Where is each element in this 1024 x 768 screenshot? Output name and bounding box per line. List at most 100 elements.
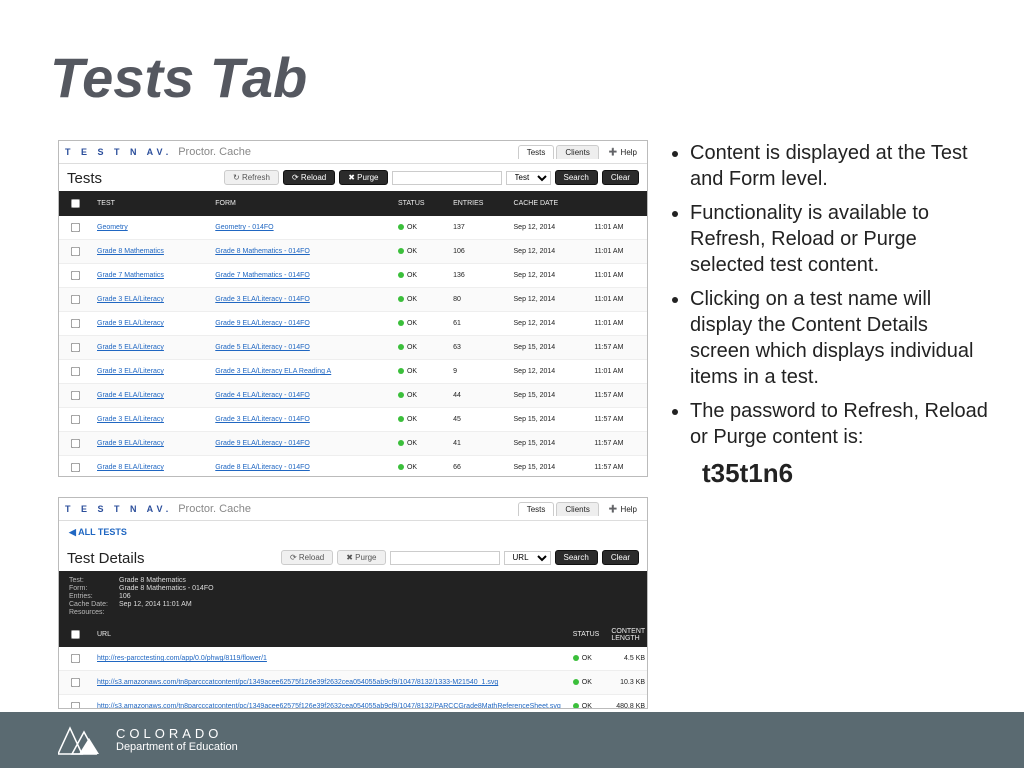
table-row: Grade 4 ELA/Literacy Grade 4 ELA/Literacy… xyxy=(59,384,647,408)
search-input[interactable] xyxy=(392,171,502,185)
status-dot-icon xyxy=(398,464,404,470)
col-status[interactable]: STATUS xyxy=(392,191,447,216)
search-button[interactable]: Search xyxy=(555,170,598,185)
product-name: Proctor. Cache xyxy=(178,146,251,158)
tab-tests[interactable]: Tests xyxy=(518,502,555,516)
row-checkbox[interactable] xyxy=(71,295,80,304)
col-test[interactable]: TEST xyxy=(91,191,209,216)
tab-tests[interactable]: Tests xyxy=(518,145,555,159)
clear-button[interactable]: Clear xyxy=(602,550,639,565)
row-checkbox[interactable] xyxy=(71,415,80,424)
row-checkbox[interactable] xyxy=(71,391,80,400)
details-scope-select[interactable]: URL xyxy=(504,551,551,565)
col-url[interactable]: URL xyxy=(91,622,567,647)
test-link[interactable]: Grade 3 ELA/Literacy xyxy=(97,416,164,423)
form-link[interactable]: Grade 3 ELA/Literacy - 014FO xyxy=(215,296,310,303)
status-dot-icon xyxy=(573,679,579,685)
section-title-details: Test Details xyxy=(59,544,153,571)
row-checkbox[interactable] xyxy=(71,463,80,472)
form-link[interactable]: Grade 7 Mathematics - 014FO xyxy=(215,272,310,279)
help-link[interactable]: Help xyxy=(605,146,641,159)
form-link[interactable]: Grade 9 ELA/Literacy - 014FO xyxy=(215,440,310,447)
reload-button[interactable]: ⟳ Reload xyxy=(283,170,335,185)
test-link[interactable]: Grade 5 ELA/Literacy xyxy=(97,344,164,351)
url-link[interactable]: http://s3.amazonaws.com/tn8parcccatconte… xyxy=(97,679,498,686)
status-dot-icon xyxy=(398,224,404,230)
search-scope-select[interactable]: Test xyxy=(506,171,551,185)
status-dot-icon xyxy=(398,320,404,326)
test-link[interactable]: Grade 7 Mathematics xyxy=(97,272,164,279)
form-link[interactable]: Grade 5 ELA/Literacy - 014FO xyxy=(215,344,310,351)
status-dot-icon xyxy=(398,440,404,446)
url-link[interactable]: http://res-parcctesting.com/app/0.0/phwg… xyxy=(97,655,267,662)
clear-button[interactable]: Clear xyxy=(602,170,639,185)
row-checkbox[interactable] xyxy=(71,247,80,256)
row-checkbox[interactable] xyxy=(71,367,80,376)
slide-title: Tests Tab xyxy=(50,45,307,110)
purge-button[interactable]: ✖ Purge xyxy=(339,170,387,185)
form-link[interactable]: Geometry - 014FO xyxy=(215,224,273,231)
search-button[interactable]: Search xyxy=(555,550,598,565)
tests-table: TEST FORM STATUS ENTRIES CACHE DATE Geom… xyxy=(59,191,647,477)
table-row: Grade 3 ELA/Literacy Grade 3 ELA/Literacy… xyxy=(59,408,647,432)
test-detail-block: Test:Grade 8 Mathematics Form:Grade 8 Ma… xyxy=(59,571,647,622)
row-checkbox[interactable] xyxy=(71,678,80,687)
row-checkbox[interactable] xyxy=(71,319,80,328)
tab-clients[interactable]: Clients xyxy=(556,145,598,159)
table-row: http://s3.amazonaws.com/tn8parcccatconte… xyxy=(59,671,648,695)
back-to-all-tests[interactable]: ◀ ALL TESTS xyxy=(59,521,647,544)
form-link[interactable]: Grade 3 ELA/Literacy - 014FO xyxy=(215,416,310,423)
url-link[interactable]: http://s3.amazonaws.com/tn8parcccatconte… xyxy=(97,703,561,709)
table-row: Grade 3 ELA/Literacy Grade 3 ELA/Literacy… xyxy=(59,360,647,384)
select-all-checkbox[interactable] xyxy=(71,199,80,208)
test-link[interactable]: Grade 8 ELA/Literacy xyxy=(97,464,164,471)
footer-state: COLORADO xyxy=(116,727,238,741)
table-row: Grade 3 ELA/Literacy Grade 3 ELA/Literacy… xyxy=(59,288,647,312)
table-row: http://res-parcctesting.com/app/0.0/phwg… xyxy=(59,647,648,671)
cde-logo-icon xyxy=(58,724,104,756)
test-link[interactable]: Grade 3 ELA/Literacy xyxy=(97,296,164,303)
select-all-urls-checkbox[interactable] xyxy=(71,630,80,639)
bullet-item: Clicking on a test name will display the… xyxy=(690,286,990,390)
row-checkbox[interactable] xyxy=(71,343,80,352)
row-checkbox[interactable] xyxy=(71,702,80,709)
brand-logo: T E S T N AV. xyxy=(65,504,172,514)
details-reload-button[interactable]: ⟳ Reload xyxy=(281,550,333,565)
form-link[interactable]: Grade 3 ELA/Literacy ELA Reading A xyxy=(215,368,331,375)
form-link[interactable]: Grade 8 Mathematics - 014FO xyxy=(215,248,310,255)
status-dot-icon xyxy=(398,272,404,278)
tab-clients[interactable]: Clients xyxy=(556,502,598,516)
form-link[interactable]: Grade 8 ELA/Literacy - 014FO xyxy=(215,464,310,471)
footer: COLORADO Department of Education xyxy=(0,712,1024,768)
bullet-item: The password to Refresh, Reload or Purge… xyxy=(690,398,990,450)
bullet-item: Functionality is available to Refresh, R… xyxy=(690,200,990,278)
col-status[interactable]: STATUS xyxy=(567,622,606,647)
row-checkbox[interactable] xyxy=(71,654,80,663)
test-link[interactable]: Grade 4 ELA/Literacy xyxy=(97,392,164,399)
bullet-item: Content is displayed at the Test and For… xyxy=(690,140,990,192)
bullet-list: Content is displayed at the Test and For… xyxy=(670,140,990,450)
form-link[interactable]: Grade 4 ELA/Literacy - 014FO xyxy=(215,392,310,399)
col-form[interactable]: FORM xyxy=(209,191,392,216)
col-content-length[interactable]: CONTENT LENGTH xyxy=(605,622,648,647)
status-dot-icon xyxy=(573,655,579,661)
table-row: Grade 5 ELA/Literacy Grade 5 ELA/Literacy… xyxy=(59,336,647,360)
row-checkbox[interactable] xyxy=(71,439,80,448)
row-checkbox[interactable] xyxy=(71,271,80,280)
urls-table: URL STATUS CONTENT LENGTH http://res-par… xyxy=(59,622,648,709)
row-checkbox[interactable] xyxy=(71,223,80,232)
col-cache[interactable]: CACHE DATE xyxy=(508,191,589,216)
test-link[interactable]: Grade 9 ELA/Literacy xyxy=(97,440,164,447)
form-link[interactable]: Grade 9 ELA/Literacy - 014FO xyxy=(215,320,310,327)
test-link[interactable]: Grade 8 Mathematics xyxy=(97,248,164,255)
help-link[interactable]: Help xyxy=(605,503,641,516)
test-link[interactable]: Geometry xyxy=(97,224,128,231)
col-entries[interactable]: ENTRIES xyxy=(447,191,507,216)
refresh-button[interactable]: ↻ Refresh xyxy=(224,170,279,185)
details-search-input[interactable] xyxy=(390,551,500,565)
test-link[interactable]: Grade 9 ELA/Literacy xyxy=(97,320,164,327)
table-row: Grade 8 ELA/Literacy Grade 8 ELA/Literacy… xyxy=(59,456,647,478)
password-text: t35t1n6 xyxy=(702,458,990,489)
test-link[interactable]: Grade 3 ELA/Literacy xyxy=(97,368,164,375)
details-purge-button[interactable]: ✖ Purge xyxy=(337,550,385,565)
